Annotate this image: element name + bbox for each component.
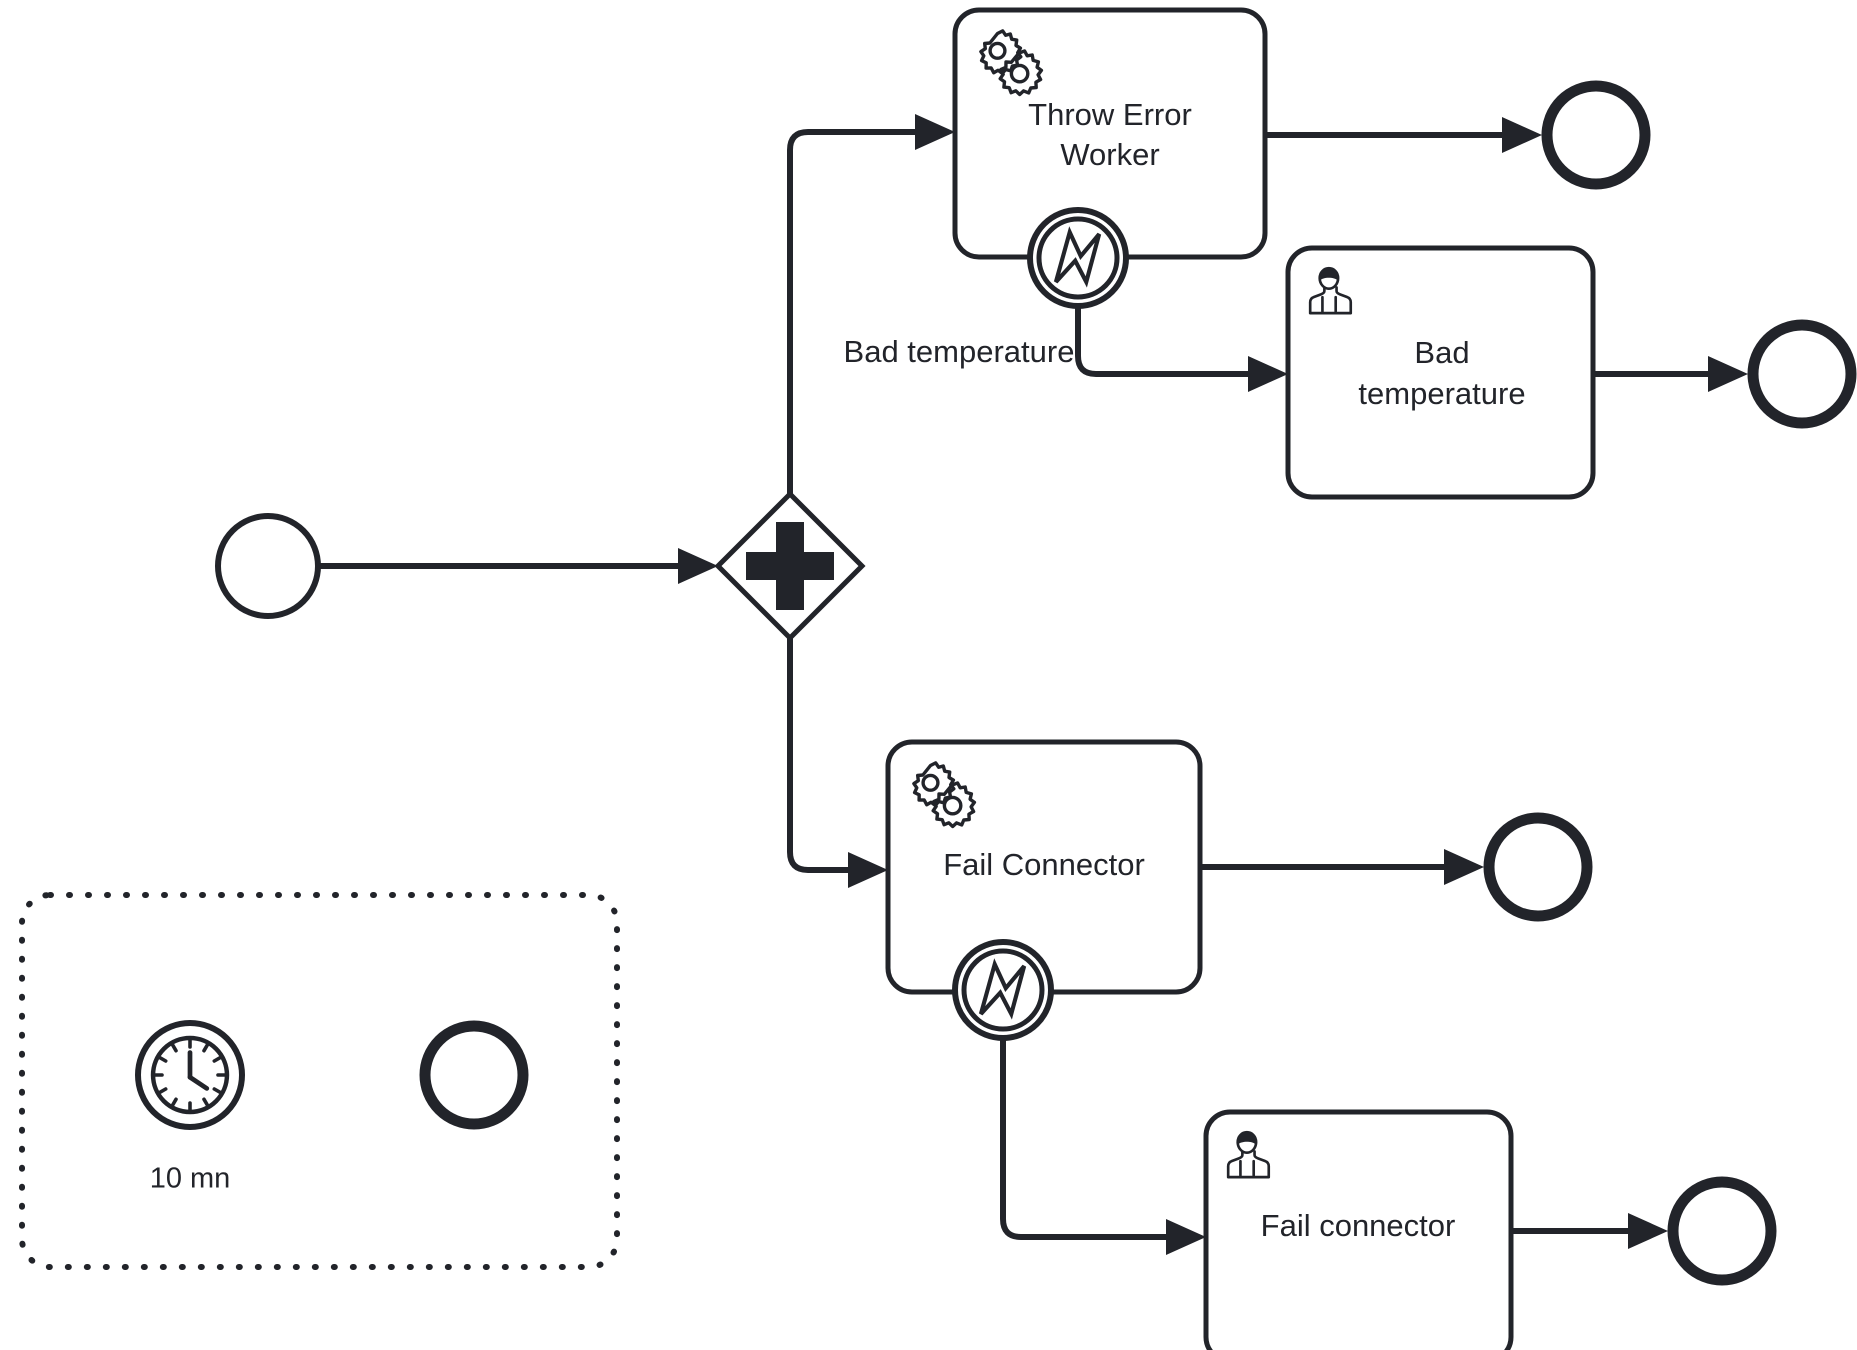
flow-fail-connector-to-end xyxy=(1197,849,1484,885)
bad-temperature-label-line2: temperature xyxy=(1358,376,1525,411)
bad-temperature-flow-label: Bad temperature xyxy=(844,334,1075,369)
flow-boundary-to-fail-connector-user xyxy=(1000,1035,1206,1255)
timer-label: 10 mn xyxy=(150,1163,231,1195)
flow-fail-connector-user-to-end xyxy=(1508,1213,1668,1249)
fail-connector-user-label: Fail connector xyxy=(1261,1208,1456,1243)
fail-connector-task[interactable]: Fail Connector xyxy=(885,739,1203,995)
bad-temperature-label-line1: Bad xyxy=(1414,335,1469,370)
flow-boundary-to-bad-temperature xyxy=(1075,303,1288,392)
throw-error-worker-label-line1: Throw Error xyxy=(1028,97,1192,132)
throw-error-worker-end-event[interactable] xyxy=(1541,80,1651,190)
bpmn-diagram-canvas: 10 mn Throw Error Worker Bad temperature xyxy=(0,0,1857,1350)
flow-gateway-to-throw-error xyxy=(787,114,955,497)
fail-connector-end-event[interactable] xyxy=(1483,812,1593,922)
bad-temperature-task[interactable]: Bad temperature xyxy=(1285,245,1596,500)
start-event[interactable] xyxy=(215,513,321,619)
fail-connector-user-task[interactable]: Fail connector xyxy=(1203,1109,1514,1350)
parallel-gateway[interactable] xyxy=(714,490,866,642)
bad-temperature-end-event[interactable] xyxy=(1747,319,1857,429)
timer-end-event[interactable] xyxy=(419,1020,529,1130)
throw-error-worker-boundary-event[interactable] xyxy=(1027,207,1129,309)
fail-connector-label: Fail Connector xyxy=(943,847,1145,882)
flow-gateway-to-fail-connector xyxy=(787,635,888,888)
fail-connector-user-end-event[interactable] xyxy=(1667,1176,1777,1286)
fail-connector-boundary-event[interactable] xyxy=(952,939,1054,1041)
flow-bad-temperature-to-end xyxy=(1590,356,1748,392)
flow-start-to-gateway xyxy=(315,548,718,584)
flow-throw-error-to-end xyxy=(1262,117,1542,153)
timer-start-event[interactable]: 10 mn xyxy=(135,1020,245,1195)
throw-error-worker-label-line2: Worker xyxy=(1060,137,1159,172)
